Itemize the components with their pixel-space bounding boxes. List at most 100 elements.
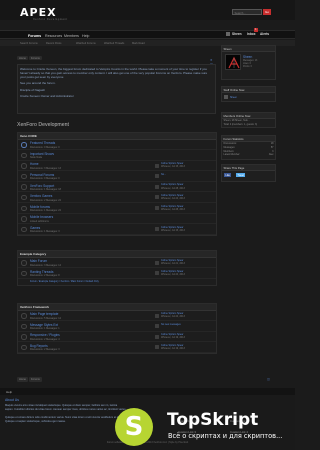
forum-title[interactable]: Mobile browsers xyxy=(30,215,53,219)
last-post-avatar[interactable] xyxy=(155,324,159,329)
subnav-watched-forums[interactable]: Watched Forums xyxy=(76,42,96,45)
about-text: sapien. Curabitur ultricies dui vitae lo… xyxy=(5,408,127,411)
notice-text: See you around the forum. xyxy=(20,81,56,86)
user-avatar[interactable] xyxy=(225,54,241,70)
last-post-avatar[interactable] xyxy=(155,260,159,265)
section-title: XenForo Development xyxy=(17,122,69,128)
forum-icon xyxy=(21,142,27,148)
forum-title[interactable]: Main Page template xyxy=(30,312,58,316)
last-post-info: Coline Sprite's Spear Whoever, Jul 15, 20… xyxy=(161,162,185,168)
alerts-link[interactable]: Alerts xyxy=(260,32,269,36)
tweet-button[interactable]: Tweet xyxy=(236,173,246,177)
footer-forums-link[interactable]: Forums xyxy=(29,377,42,382)
staff-online-title: Staff Online Now xyxy=(222,87,275,93)
rss-icon[interactable]: ✕ ◫ xyxy=(210,58,214,66)
footer-breadcrumb: Home Forums ◫ xyxy=(17,377,277,383)
forum-stats: Discussions: 0 Messages: 0 xyxy=(30,177,60,181)
header-bar: APEX Xenforo Development Search... Go xyxy=(0,0,295,21)
last-post-meta: Whoever, Jul 28, 2013 xyxy=(161,207,185,211)
forum-stats: Discussions: 5 Messages: 12 xyxy=(30,316,61,320)
last-post-avatar[interactable] xyxy=(155,227,159,232)
staff-avatar[interactable] xyxy=(224,95,228,99)
help-bar[interactable]: Help xyxy=(0,388,295,395)
forum-title[interactable]: Important Shows xyxy=(30,152,54,156)
user-menu[interactable]: Sheen xyxy=(232,32,242,36)
forum-title[interactable]: Personal Forums xyxy=(30,173,54,177)
forum-title[interactable]: XenForo Support xyxy=(30,184,54,188)
forum-stats: Discussions: 1 Messages: 1 xyxy=(30,327,60,331)
last-post-info: Coline Sprite's Spear Whoever, Jul 21, 20… xyxy=(161,259,185,265)
last-post-avatar[interactable] xyxy=(155,206,159,211)
nav-help[interactable]: Help xyxy=(82,34,89,38)
last-post-meta: Whoever, Jul 21, 2013 xyxy=(161,262,185,266)
forum-stats: Discussions: 1 Messages: 22 xyxy=(30,209,61,213)
forum-icon xyxy=(21,270,27,277)
last-post-meta: Whoever, Jul 19, 2013 xyxy=(161,336,185,340)
nav-resources[interactable]: Resources xyxy=(45,34,62,38)
forum-node: XenForo Support Discussions: 1 Messages: … xyxy=(18,182,216,193)
forum-stats: Linked subforums xyxy=(30,219,49,223)
forum-icon xyxy=(21,344,27,351)
last-post-avatar[interactable] xyxy=(155,184,159,189)
share-title: Share This Page xyxy=(222,165,275,171)
last-post-title[interactable]: No new messages xyxy=(161,323,181,326)
forum-title[interactable]: Featured Threads xyxy=(30,141,55,145)
forum-node: Xenforo Games Discussions: 2 Messages: 22… xyxy=(18,192,216,204)
inbox-link[interactable]: Inbox xyxy=(247,32,256,36)
about-title: About Us xyxy=(5,398,19,402)
forum-node: Mobile forums Discussions: 1 Messages: 22… xyxy=(18,203,216,214)
last-post-avatar[interactable] xyxy=(155,174,159,179)
forum-title[interactable]: Mobile forums xyxy=(30,205,50,209)
forum-icon xyxy=(21,260,27,266)
forum-icon xyxy=(21,323,27,330)
last-post-avatar[interactable] xyxy=(155,271,159,276)
last-post-meta: Whoever, Jul 24, 2013 xyxy=(161,272,185,276)
forum-title[interactable]: Xenforo Games xyxy=(30,194,52,198)
forum-stat-line: Latest Member: Alex xyxy=(222,153,275,157)
last-post-avatar[interactable] xyxy=(155,163,159,168)
notice-signature: Crazie Xeneon Owner and Administrator xyxy=(20,94,74,99)
user-avatar-mini xyxy=(226,32,230,36)
watermark-name: TopSkript xyxy=(167,410,259,430)
forum-title[interactable]: Responsive / Plugins xyxy=(30,333,60,337)
subnav-mark-read[interactable]: Mark Read xyxy=(132,42,145,45)
last-post-info: Coline Sprite's Spear Whoever, Jul 24, 20… xyxy=(161,194,185,200)
breadcrumb-forums[interactable]: Forums xyxy=(29,56,42,60)
forum-title[interactable]: Main Forum xyxy=(30,259,47,263)
last-post-avatar[interactable] xyxy=(155,195,159,200)
breadcrumb-home[interactable]: Home xyxy=(17,56,28,60)
footer-home-link[interactable]: Home xyxy=(17,377,28,382)
forum-title[interactable]: Games xyxy=(30,226,40,230)
visitor-name[interactable]: Sheen xyxy=(243,55,252,59)
members-online-count: Total: 4 (members: 1, guests: 3) xyxy=(223,122,258,126)
forum-node: Featured Threads Discussions: 0 Messages:… xyxy=(18,140,216,151)
search-input[interactable]: Search... xyxy=(232,9,262,15)
rss-icon[interactable]: ◫ xyxy=(267,377,270,381)
forum-title[interactable]: Bug Reports xyxy=(30,344,48,348)
nav-forums[interactable]: Forums xyxy=(28,34,41,38)
facebook-like-button[interactable]: Like xyxy=(224,173,232,177)
last-post-title[interactable]: No... xyxy=(161,173,166,176)
nav-members[interactable]: Members xyxy=(64,34,79,38)
forum-icon xyxy=(21,152,27,159)
forum-icon xyxy=(21,184,27,190)
notice-text: Welcome to Crazie Xeneon, the biggest fo… xyxy=(20,67,208,79)
subnav-search-forums[interactable]: Search Forums xyxy=(20,42,38,45)
forum-icon xyxy=(21,334,27,340)
last-post-avatar[interactable] xyxy=(155,334,159,339)
subnav-recent-posts[interactable]: Recent Posts xyxy=(46,42,61,45)
staff-online-panel: Staff Online Now Sheen xyxy=(221,86,276,102)
subforum-links[interactable]: Forum / Example Category / Xenforo / Mai… xyxy=(18,279,216,285)
search-button[interactable]: Go xyxy=(263,9,271,15)
last-post-meta: Whoever, Jul 24, 2013 xyxy=(161,315,185,319)
last-post-avatar[interactable] xyxy=(155,313,159,318)
forum-title[interactable]: Home xyxy=(30,162,39,166)
forum-title[interactable]: Message Styles Ext xyxy=(30,323,58,327)
last-post-avatar[interactable] xyxy=(155,345,159,350)
last-post-info: Coline Sprite's Spear Whoever, Jul 15, 20… xyxy=(161,226,185,232)
forum-title[interactable]: Ranting Threads xyxy=(30,270,54,274)
subnav-watched-threads[interactable]: Watched Threads xyxy=(104,42,124,45)
last-post-info: Coline Sprite's Spear Whoever, Jul 19, 20… xyxy=(161,333,185,339)
staff-name[interactable]: Sheen xyxy=(230,96,237,99)
forum-stats: Discussions: 0 Messages: 0 xyxy=(30,145,60,149)
